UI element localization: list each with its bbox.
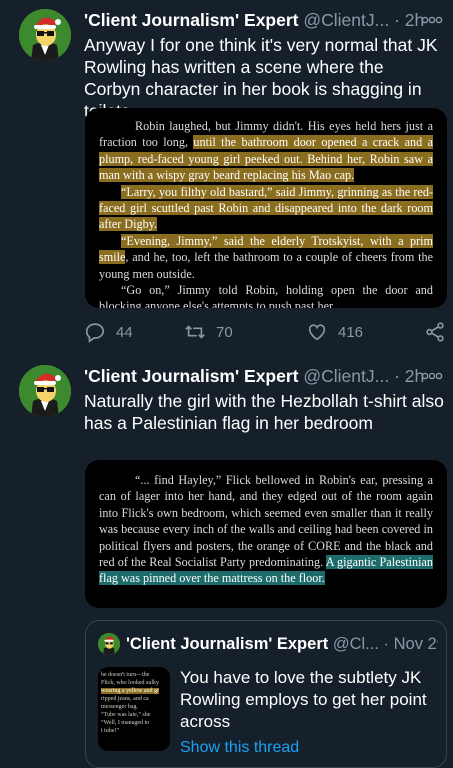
tweet-text: Naturally the girl with the Hezbollah t-… bbox=[84, 391, 444, 433]
book-excerpt: Robin laughed, but Jimmy didn't. His eye… bbox=[85, 108, 447, 308]
retweet-count: 70 bbox=[216, 323, 233, 341]
share-button[interactable] bbox=[424, 320, 453, 344]
quoted-text: You have to love the subtlety JK Rowling… bbox=[180, 668, 427, 731]
tweet-header: 'Client Journalism' Expert @ClientJ... ·… bbox=[84, 8, 445, 32]
more-icon[interactable] bbox=[421, 368, 443, 384]
thumb-line: wearing a yellow and gr bbox=[101, 688, 159, 694]
thumb-line: Flick, who looked sulky bbox=[101, 680, 159, 686]
avatar-santa-icon bbox=[19, 9, 71, 61]
thumb-line: “Tube was late,” she bbox=[101, 712, 151, 718]
separator-dot: · bbox=[394, 366, 400, 386]
quoted-author-name: 'Client Journalism' Expert bbox=[126, 635, 329, 653]
thumb-line: ripped jeans, and ca bbox=[101, 696, 149, 702]
plain-text: “Go on,” Jimmy told Robin, holding open … bbox=[99, 283, 433, 308]
book-paragraph: Robin laughed, but Jimmy didn't. His eye… bbox=[99, 118, 433, 184]
plain-text: , and he, too, left the bathroom to a co… bbox=[99, 250, 433, 281]
tweet-2[interactable]: 'Client Journalism' Expert @ClientJ... ·… bbox=[0, 356, 453, 768]
thumb-line: messenger bag. bbox=[101, 704, 138, 710]
quoted-author-handle: @Cl... bbox=[332, 635, 379, 653]
quoted-timestamp: Nov 29 bbox=[393, 635, 438, 653]
reply-icon bbox=[85, 323, 105, 343]
tweet-image[interactable]: “... find Hayley,” Flick bellowed in Rob… bbox=[85, 460, 447, 608]
separator-dot: · bbox=[394, 10, 400, 30]
author-name[interactable]: 'Client Journalism' Expert bbox=[84, 10, 299, 30]
author-handle[interactable]: @ClientJ... bbox=[303, 366, 389, 386]
author-name[interactable]: 'Client Journalism' Expert bbox=[84, 366, 299, 386]
like-icon bbox=[308, 324, 326, 341]
quoted-thumbnail: he doesn't turn—the Flick, who looked su… bbox=[98, 667, 170, 751]
show-thread-link[interactable]: Show this thread bbox=[180, 739, 299, 757]
thumb-line: t tube!” bbox=[101, 728, 120, 734]
thumbnail-text: he doesn't turn—the Flick, who looked su… bbox=[98, 667, 170, 739]
thumb-line: he doesn't turn—the bbox=[101, 672, 150, 678]
quoted-avatar bbox=[98, 633, 120, 655]
avatar[interactable] bbox=[19, 365, 71, 417]
tweet-actions: 44 70 416 bbox=[84, 320, 446, 344]
book-paragraph: “Larry, you filthy old bastard,” said Ji… bbox=[99, 184, 433, 233]
reply-count: 44 bbox=[116, 323, 133, 341]
highlighted-text: “Larry, you filthy old bastard,” said Ji… bbox=[99, 184, 433, 232]
book-paragraph: “Go on,” Jimmy told Robin, holding open … bbox=[99, 282, 433, 308]
separator-dot: · bbox=[383, 635, 390, 653]
share-icon bbox=[426, 322, 444, 342]
retweet-button[interactable]: 70 bbox=[184, 320, 233, 344]
avatar-santa-icon bbox=[19, 365, 71, 417]
avatar-santa-icon bbox=[98, 633, 120, 655]
quoted-header: 'Client Journalism' Expert @Cl... · Nov … bbox=[126, 633, 438, 655]
like-button[interactable]: 416 bbox=[306, 320, 363, 344]
reply-button[interactable]: 44 bbox=[84, 320, 133, 344]
avatar[interactable] bbox=[19, 9, 71, 61]
book-paragraph: “... find Hayley,” Flick bellowed in Rob… bbox=[99, 472, 434, 587]
tweet-header: 'Client Journalism' Expert @ClientJ... ·… bbox=[84, 364, 445, 388]
like-count: 416 bbox=[338, 323, 364, 341]
more-icon[interactable] bbox=[421, 12, 443, 28]
author-handle[interactable]: @ClientJ... bbox=[303, 10, 389, 30]
thumb-line: “Well, I managed to bbox=[101, 720, 150, 726]
retweet-icon bbox=[185, 325, 205, 339]
tweet-image[interactable]: Robin laughed, but Jimmy didn't. His eye… bbox=[85, 108, 447, 308]
book-paragraph: “Evening, Jimmy,” said the elderly Trots… bbox=[99, 233, 433, 282]
quoted-tweet[interactable]: 'Client Journalism' Expert @Cl... · Nov … bbox=[85, 620, 447, 768]
tweet-1[interactable]: 'Client Journalism' Expert @ClientJ... ·… bbox=[0, 0, 453, 352]
book-excerpt: “... find Hayley,” Flick bellowed in Rob… bbox=[85, 460, 447, 587]
